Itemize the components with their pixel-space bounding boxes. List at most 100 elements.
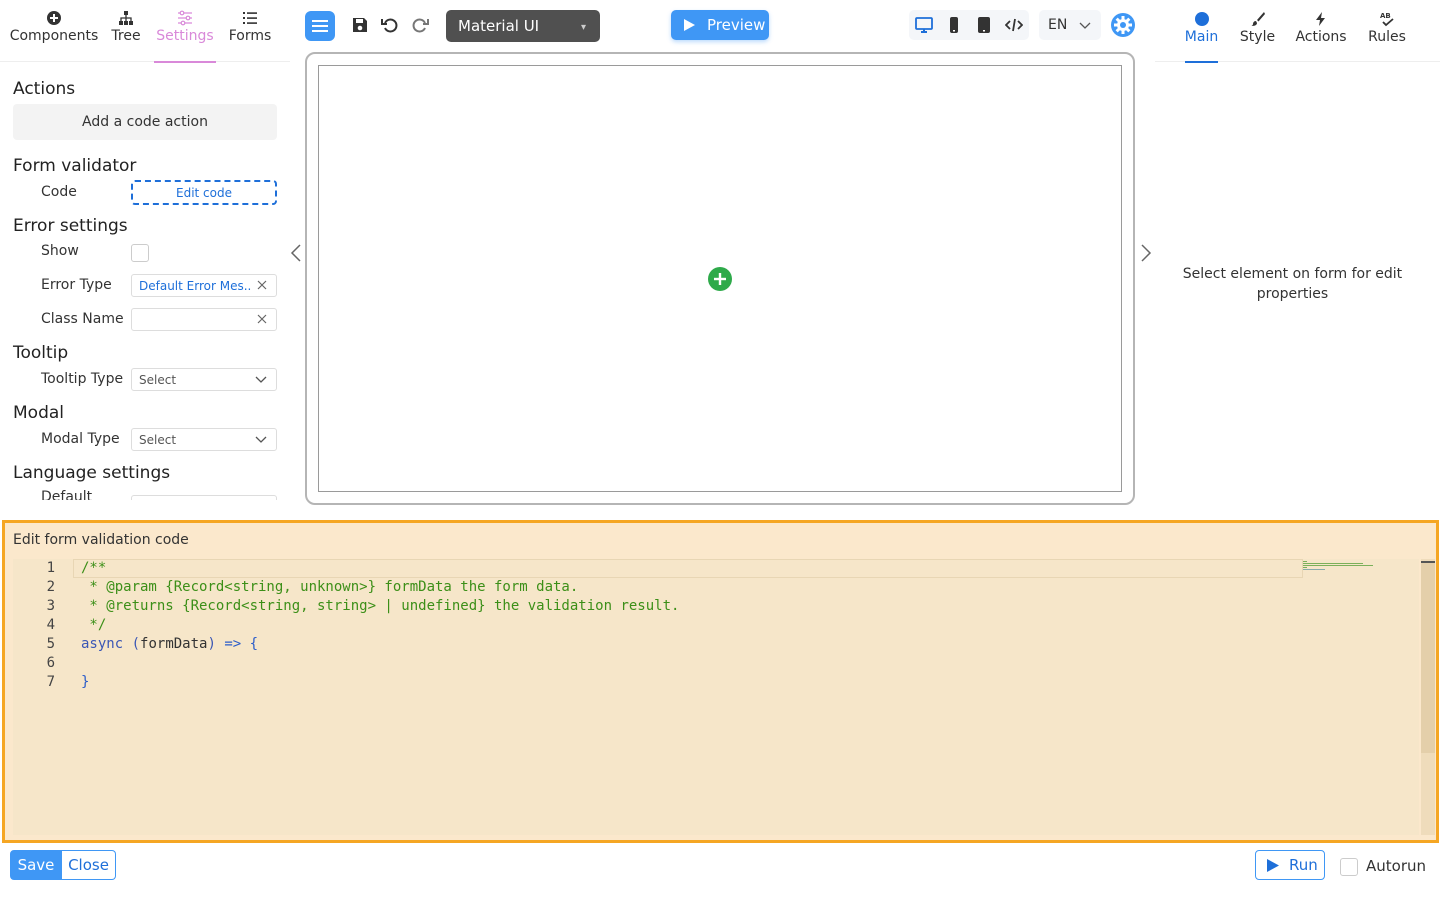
tablet-icon[interactable]: [975, 16, 993, 34]
right-tab-bar: Main Style Actions AB Rules: [1155, 0, 1440, 63]
collapse-left-icon[interactable]: [289, 243, 303, 263]
line-number: 4: [46, 617, 55, 633]
language-select[interactable]: EN: [1039, 10, 1101, 40]
tooltip-section-title: Tooltip: [13, 343, 69, 363]
show-error-checkbox[interactable]: [131, 244, 149, 262]
chevron-down-icon: [255, 436, 267, 443]
theme-value: Material UI: [458, 17, 540, 35]
modal-section-title: Modal: [13, 403, 64, 423]
default-language-select[interactable]: [131, 495, 277, 500]
play-icon: [684, 19, 695, 31]
error-type-value: Default Error Mes...: [139, 278, 251, 293]
tab-label: Components: [9, 28, 99, 44]
tab-components[interactable]: Components: [8, 0, 100, 62]
tab-tree[interactable]: Tree: [98, 0, 154, 62]
clear-icon[interactable]: [256, 279, 268, 291]
line-number: 3: [46, 598, 55, 614]
add-component-icon[interactable]: [708, 267, 732, 291]
language-settings-section-title: Language settings: [13, 463, 171, 483]
code-line: */: [81, 617, 107, 633]
spellcheck-icon: AB: [1380, 12, 1394, 27]
editor-scrollbar-thumb[interactable]: [1421, 563, 1435, 753]
undo-icon[interactable]: [380, 15, 400, 35]
modal-type-label: Modal Type: [41, 431, 120, 447]
code-minimap[interactable]: [1303, 561, 1375, 571]
device-switcher: [909, 10, 1029, 40]
save-icon[interactable]: [350, 15, 370, 35]
modal-type-select[interactable]: Select: [131, 428, 277, 451]
preview-label: Preview: [707, 16, 766, 34]
theme-select[interactable]: Material UI ▾: [446, 10, 600, 42]
tab-label: Tree: [111, 28, 141, 44]
form-validator-section-title: Form validator: [13, 156, 137, 176]
collapse-right-icon[interactable]: [1139, 243, 1153, 263]
chevron-down-icon: [255, 376, 267, 383]
tab-label: Rules: [1368, 29, 1406, 45]
error-type-select[interactable]: Default Error Mes...: [131, 274, 277, 297]
tab-label: Settings: [156, 28, 214, 44]
tab-label: Actions: [1295, 29, 1347, 45]
sitemap-icon: [119, 11, 133, 25]
no-selection-hint: Select element on form for edit properti…: [1182, 266, 1403, 302]
code-editor-panel: Edit form validation code 1 2 3 4 5 6 7 …: [2, 520, 1439, 843]
tab-actions[interactable]: Actions: [1295, 0, 1347, 62]
list-icon: [243, 12, 257, 24]
line-number: 2: [46, 579, 55, 595]
tooltip-type-placeholder: Select: [139, 372, 177, 387]
actions-section-title: Actions: [13, 79, 76, 99]
tab-label: Style: [1239, 29, 1276, 45]
tooltip-type-label: Tooltip Type: [41, 371, 124, 387]
default-language-label: Default: [41, 489, 93, 500]
line-number: 6: [46, 655, 55, 671]
dropdown-caret-icon: ▾: [580, 22, 586, 33]
tab-settings[interactable]: Settings: [154, 0, 216, 63]
circle-icon: [1194, 12, 1209, 26]
phone-icon[interactable]: [945, 16, 963, 34]
editor-title: Edit form validation code: [13, 532, 189, 548]
code-line: * @param {Record<string, unknown>} formD…: [81, 579, 579, 595]
tab-style[interactable]: Style: [1239, 0, 1276, 62]
class-name-label: Class Name: [41, 311, 124, 327]
line-number: 5: [46, 636, 55, 652]
sliders-icon: [178, 10, 192, 26]
form-builder-app: Components Tree Settings Forms Actions A…: [0, 0, 1440, 900]
class-name-input[interactable]: [131, 308, 277, 331]
code-icon[interactable]: [1005, 16, 1023, 34]
modal-type-placeholder: Select: [139, 432, 177, 447]
save-button[interactable]: Save: [10, 850, 62, 880]
code-line: async (formData) => {: [81, 636, 259, 652]
tab-main[interactable]: Main: [1184, 0, 1219, 63]
brush-icon: [1250, 12, 1265, 26]
code-content: /** * @param {Record<string, unknown>} f…: [81, 559, 679, 692]
code-line: }: [81, 674, 90, 690]
autorun-checkbox[interactable]: [1340, 858, 1358, 876]
show-label: Show: [41, 243, 79, 259]
play-icon: [1267, 859, 1279, 872]
tab-forms[interactable]: Forms: [216, 0, 284, 62]
add-code-action-button[interactable]: Add a code action: [13, 104, 277, 140]
menu-button[interactable]: [305, 11, 335, 41]
editor-scroll-marker: [1421, 561, 1435, 563]
autorun-label: Autorun: [1366, 857, 1427, 875]
code-label: Code: [41, 184, 77, 200]
redo-icon[interactable]: [410, 15, 430, 35]
run-button[interactable]: Run: [1255, 850, 1325, 880]
plus-circle-icon: [47, 11, 61, 25]
clear-icon[interactable]: [256, 313, 268, 325]
edit-code-button[interactable]: Edit code: [131, 180, 277, 205]
desktop-icon[interactable]: [915, 16, 933, 34]
error-settings-section-title: Error settings: [13, 216, 128, 236]
bolt-icon: [1316, 12, 1325, 26]
settings-gear-icon[interactable]: [1110, 12, 1136, 38]
tab-label: Main: [1184, 29, 1219, 45]
tab-rules[interactable]: AB Rules: [1368, 0, 1406, 62]
chevron-down-icon: [1079, 22, 1091, 29]
tooltip-type-select[interactable]: Select: [131, 368, 277, 391]
line-number: 1: [46, 560, 55, 576]
close-button[interactable]: Close: [62, 850, 116, 880]
preview-button[interactable]: Preview: [671, 10, 769, 40]
code-line: /**: [81, 560, 107, 576]
error-type-label: Error Type: [41, 277, 112, 293]
code-editor[interactable]: 1 2 3 4 5 6 7 /** * @param {Record<strin…: [13, 559, 1435, 835]
